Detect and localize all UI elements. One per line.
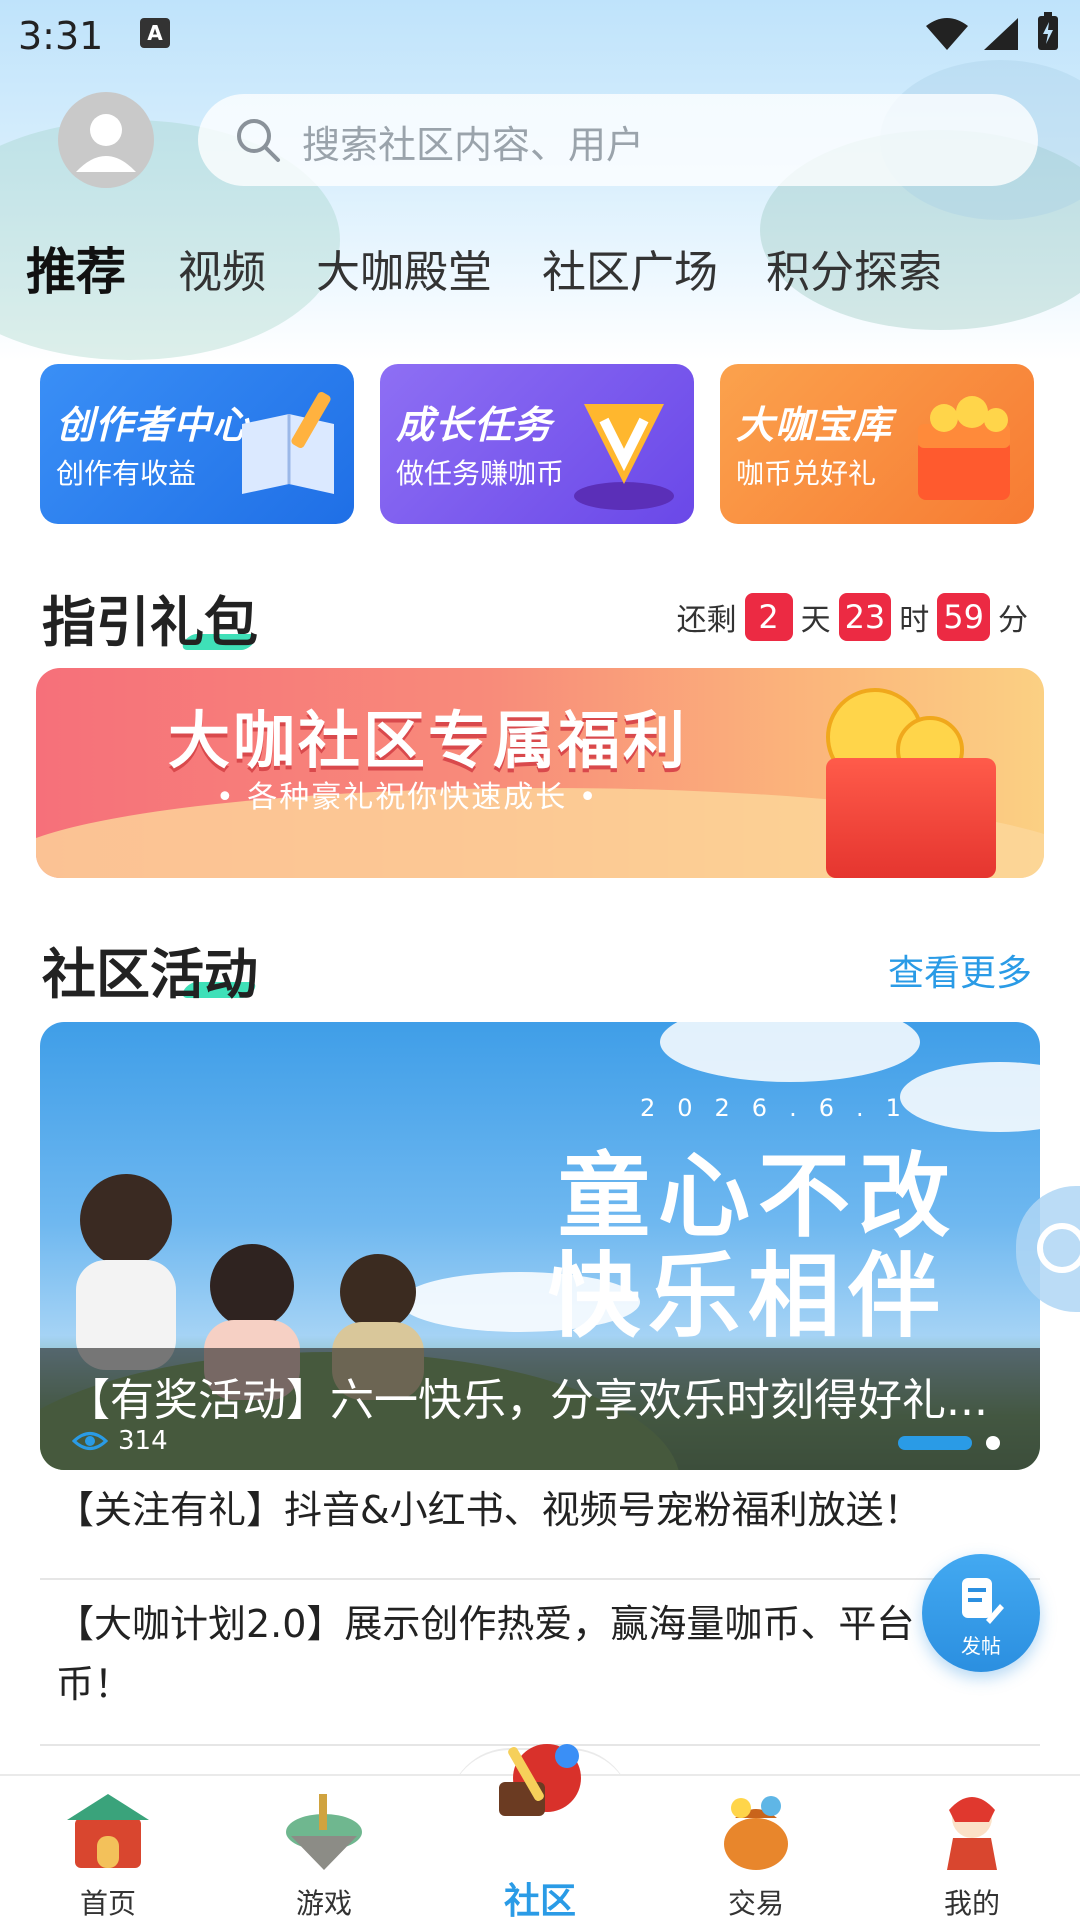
list-divider bbox=[40, 1578, 1040, 1580]
card-subtitle: 咖币兑好礼 bbox=[736, 457, 877, 490]
treasure-chest-icon bbox=[918, 396, 1010, 500]
wifi-icon bbox=[926, 18, 968, 50]
nav-trade-label: 交易 bbox=[727, 1887, 784, 1920]
search-icon bbox=[237, 119, 280, 162]
game-island-icon bbox=[286, 1794, 362, 1870]
card-subtitle: 创作有收益 bbox=[56, 457, 197, 490]
signal-icon bbox=[984, 18, 1018, 50]
tab-star-hall[interactable]: 大咖殿堂 bbox=[316, 236, 492, 300]
book-pencil-icon bbox=[242, 391, 334, 494]
nav-community-label: 社区 bbox=[503, 1881, 576, 1922]
card-title: 大咖宝库 bbox=[736, 403, 893, 447]
child-figure bbox=[340, 1254, 416, 1330]
new-post-button[interactable]: 发帖 bbox=[922, 1554, 1040, 1672]
carousel-indicator[interactable] bbox=[986, 1436, 1000, 1450]
activity-section-title: 社区活动 bbox=[42, 943, 258, 1006]
status-time: 3:31 bbox=[18, 14, 104, 58]
tab-community-square[interactable]: 社区广场 bbox=[542, 236, 718, 300]
nav-home-label: 首页 bbox=[79, 1887, 136, 1920]
activity-headline-line2: 快乐相伴 bbox=[548, 1243, 949, 1350]
nav-profile[interactable]: 我的 bbox=[882, 1776, 1062, 1922]
community-drum-icon bbox=[499, 1744, 581, 1816]
profile-character-icon bbox=[947, 1797, 997, 1870]
nav-profile-label: 我的 bbox=[943, 1887, 1000, 1920]
notification-icon: A bbox=[140, 18, 170, 48]
welfare-banner[interactable]: 大咖社区专属福利 • 各种豪礼祝你快速成长 • bbox=[36, 668, 1044, 878]
banner-title: 大咖社区专属福利 bbox=[168, 704, 689, 777]
tab-recommend[interactable]: 推荐 bbox=[26, 232, 126, 304]
post-item[interactable]: 【关注有礼】抖音&小红书、视频号宠粉福利放送！ bbox=[56, 1480, 956, 1540]
home-gate-icon bbox=[67, 1794, 149, 1868]
cloud-decoration bbox=[660, 1022, 920, 1082]
bottom-navigation: 首页 游戏 社区 交易 我的 bbox=[0, 1744, 1080, 1922]
edit-document-icon bbox=[962, 1578, 1004, 1624]
countdown-prefix: 还剩 bbox=[676, 603, 737, 638]
banner-subtitle: • 各种豪礼祝你快速成长 • bbox=[216, 780, 599, 815]
countdown-minutes-unit: 分 bbox=[998, 603, 1028, 638]
v-badge-icon bbox=[574, 404, 674, 510]
treasure-card[interactable]: 大咖宝库 咖币兑好礼 bbox=[720, 364, 1034, 524]
countdown-days: 2 bbox=[744, 593, 793, 641]
trade-bag-icon bbox=[724, 1796, 788, 1870]
search-bar[interactable]: 搜索社区内容、用户 bbox=[198, 94, 1038, 186]
tab-video[interactable]: 视频 bbox=[178, 236, 266, 300]
view-count-value: 314 bbox=[118, 1426, 168, 1456]
activity-caption: 【有奖活动】六一快乐，分享欢乐时刻得好礼... bbox=[66, 1375, 988, 1426]
activity-date: 2026.6.1 bbox=[640, 1094, 923, 1122]
post-item[interactable]: 【大咖计划2.0】展示创作热爱，赢海量咖币、平台币！ bbox=[56, 1594, 956, 1714]
creator-center-card[interactable]: 创作者中心 创作有收益 bbox=[40, 364, 354, 524]
avatar-placeholder-icon bbox=[76, 114, 136, 172]
status-bar: 3:31 A bbox=[0, 0, 1080, 70]
eye-icon bbox=[72, 1432, 108, 1450]
view-count: 314 bbox=[72, 1426, 168, 1456]
nav-community[interactable]: 社区 bbox=[450, 1744, 630, 1922]
growth-task-card[interactable]: 成长任务 做任务赚咖币 bbox=[380, 364, 694, 524]
user-avatar[interactable] bbox=[58, 92, 154, 188]
countdown-minutes: 59 bbox=[937, 593, 990, 641]
child-figure bbox=[80, 1174, 172, 1266]
card-subtitle: 做任务赚咖币 bbox=[396, 457, 565, 490]
nav-game[interactable]: 游戏 bbox=[234, 1776, 414, 1922]
countdown-timer: 还剩 2 天 23 时 59 分 bbox=[677, 592, 1028, 642]
battery-icon bbox=[1038, 12, 1058, 50]
tab-points-explore[interactable]: 积分探索 bbox=[766, 236, 942, 300]
headset-icon bbox=[1037, 1223, 1080, 1273]
search-placeholder: 搜索社区内容、用户 bbox=[302, 123, 645, 167]
card-title: 成长任务 bbox=[396, 403, 553, 447]
countdown-hours: 23 bbox=[838, 593, 892, 641]
countdown-days-unit: 天 bbox=[800, 603, 831, 638]
nav-home[interactable]: 首页 bbox=[18, 1776, 198, 1922]
new-post-label: 发帖 bbox=[961, 1634, 1001, 1658]
carousel-indicator-active[interactable] bbox=[898, 1436, 972, 1450]
gift-section-title: 指引礼包 bbox=[42, 591, 258, 654]
countdown-hours-unit: 时 bbox=[899, 603, 930, 638]
activity-carousel[interactable]: 2026.6.1 童心不改 快乐相伴 【有奖活动】六一快乐，分享欢乐时刻得好礼.… bbox=[40, 1022, 1040, 1470]
nav-trade[interactable]: 交易 bbox=[666, 1776, 846, 1922]
nav-game-label: 游戏 bbox=[295, 1887, 352, 1920]
gift-box-icon bbox=[826, 758, 996, 878]
view-more-link[interactable]: 查看更多 bbox=[888, 944, 1032, 996]
card-title: 创作者中心 bbox=[56, 403, 252, 447]
child-figure bbox=[210, 1244, 294, 1328]
